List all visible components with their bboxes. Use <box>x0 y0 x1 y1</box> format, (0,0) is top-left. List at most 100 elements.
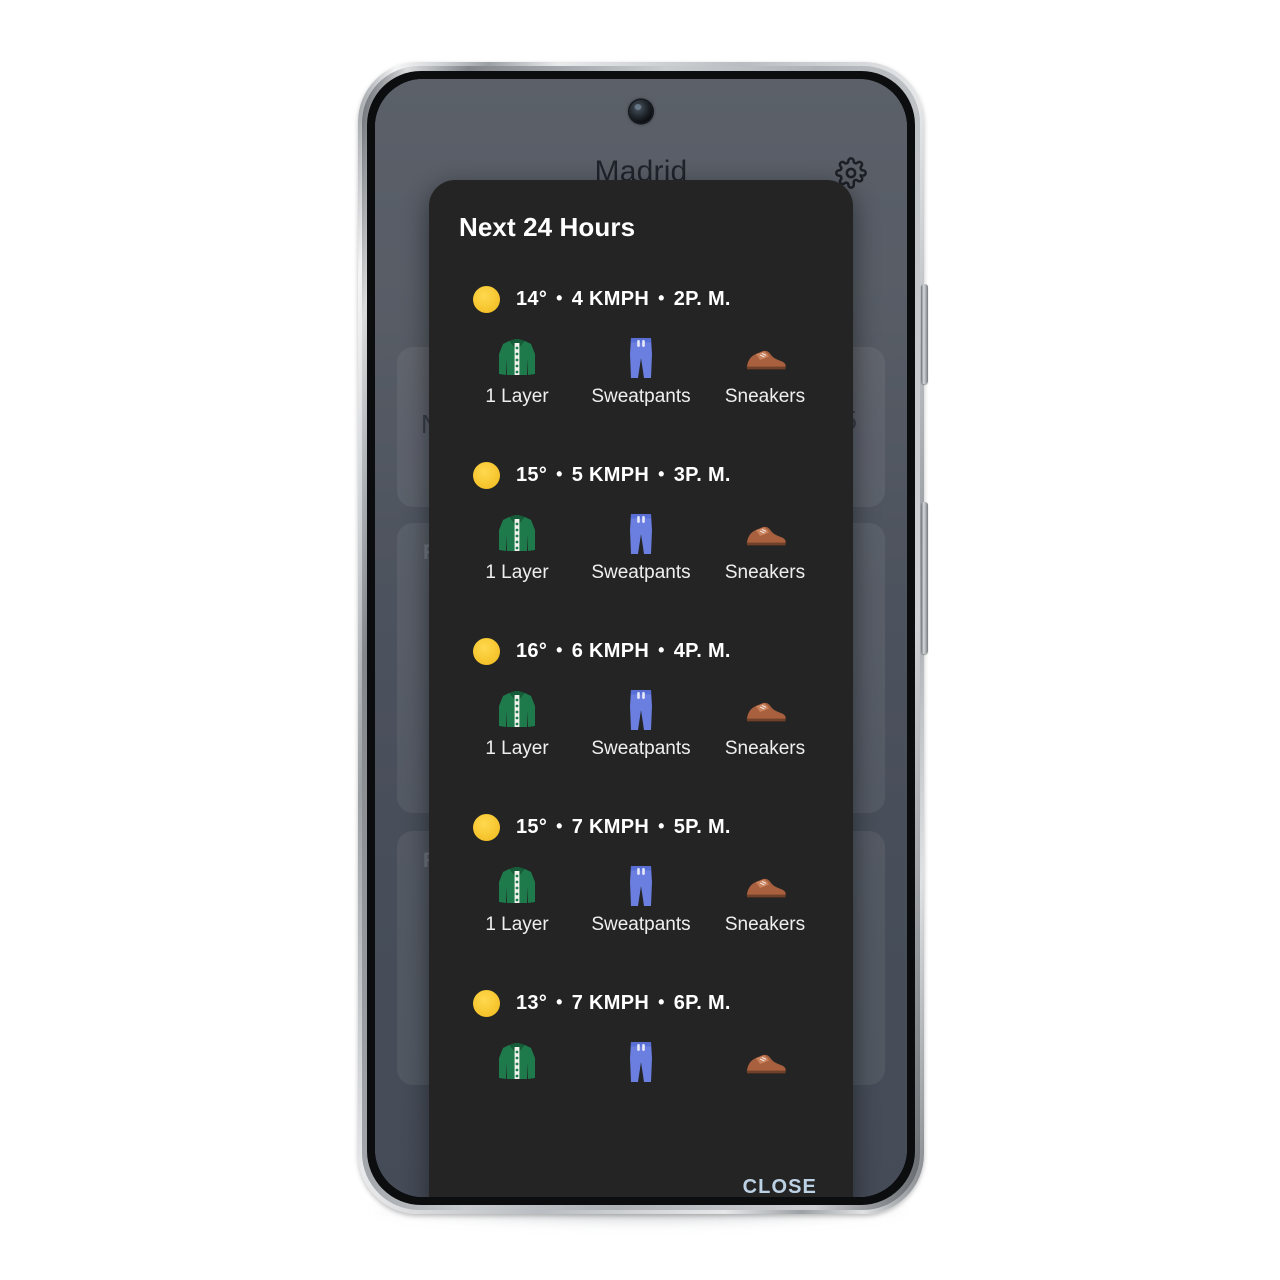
outfit-item <box>455 1038 579 1090</box>
sun-icon <box>473 285 500 313</box>
hour-temperature: 13° <box>516 991 548 1014</box>
outfit-item: Sweatpants <box>579 334 703 408</box>
shoe-emoji <box>703 1038 827 1086</box>
outfit-item: Sweatpants <box>579 686 703 760</box>
hourly-forecast-list[interactable]: 14° • 4 KMPH • 2P. M. 1 Layer Sweatpants Sneake… <box>429 276 853 1197</box>
hour-wind: 7 KMPH <box>571 815 650 838</box>
hour-block: 15° • 7 KMPH • 5P. M. 1 Layer Sweatpants Sneake… <box>429 804 853 980</box>
outfit-item <box>579 1038 703 1090</box>
outfit-item-label: Sneakers <box>724 738 806 759</box>
hour-block: 14° • 4 KMPH • 2P. M. 1 Layer Sweatpants Sneake… <box>429 276 853 452</box>
dialog-title: Next 24 Hours <box>459 212 636 242</box>
separator-dot: • <box>556 287 563 308</box>
outfit-item: Sneakers <box>703 862 827 936</box>
volume-button[interactable] <box>921 284 928 384</box>
hour-temperature: 15° <box>516 463 548 486</box>
hour-wind: 6 KMPH <box>571 639 650 662</box>
hour-time: 5P. M. <box>673 815 731 838</box>
coat-emoji <box>455 686 579 734</box>
hour-summary-text: 15° • 7 KMPH • 5P. M. <box>516 816 731 839</box>
shoe-emoji <box>703 510 827 558</box>
hour-summary-text: 14° • 4 KMPH • 2P. M. <box>516 288 731 311</box>
hour-summary-row: 15° • 5 KMPH • 3P. M. <box>429 452 853 498</box>
separator-dot: • <box>658 463 665 484</box>
outfit-item-label: Sweatpants <box>591 562 691 583</box>
jeans-emoji <box>579 1038 703 1086</box>
separator-dot: • <box>658 815 665 836</box>
hour-temperature: 14° <box>516 287 548 310</box>
shoe-emoji <box>703 862 827 910</box>
outfit-item-label: 1 Layer <box>485 914 549 935</box>
outfit-item: 1 Layer <box>455 334 579 408</box>
separator-dot: • <box>658 639 665 660</box>
hour-time: 2P. M. <box>673 287 731 310</box>
hour-time: 6P. M. <box>673 991 731 1014</box>
close-button[interactable]: CLOSE <box>743 1176 817 1197</box>
hour-block: 13° • 7 KMPH • 6P. M. <box>429 980 853 1156</box>
hour-temperature: 15° <box>516 815 548 838</box>
hour-summary-text: 16° • 6 KMPH • 4P. M. <box>516 640 731 663</box>
outfit-item: Sneakers <box>703 510 827 584</box>
phone-screen: Madrid 13° Clear Now 5 Recommended Outfi… <box>375 79 907 1197</box>
hour-summary-text: 15° • 5 KMPH • 3P. M. <box>516 464 731 487</box>
outfit-item-label: 1 Layer <box>485 386 549 407</box>
separator-dot: • <box>556 639 563 660</box>
outfit-item-label: Sweatpants <box>591 738 691 759</box>
outfit-item: 1 Layer <box>455 862 579 936</box>
hour-wind: 4 KMPH <box>571 287 650 310</box>
outfit-item-label: 1 Layer <box>485 562 549 583</box>
hour-wind: 5 KMPH <box>571 463 650 486</box>
jeans-emoji <box>579 510 703 558</box>
separator-dot: • <box>556 815 563 836</box>
sun-icon <box>473 989 500 1017</box>
jeans-emoji <box>579 334 703 382</box>
hour-summary-row: 13° • 7 KMPH • 6P. M. <box>429 980 853 1026</box>
hour-summary-row: 14° • 4 KMPH • 2P. M. <box>429 276 853 322</box>
screenshot-stage: Madrid 13° Clear Now 5 Recommended Outfi… <box>0 0 1280 1280</box>
next-24-hours-dialog: Next 24 Hours 14° • 4 KMPH • 2P. M. 1 Layer Sw… <box>429 180 853 1197</box>
jeans-emoji <box>579 686 703 734</box>
outfit-item: 1 Layer <box>455 510 579 584</box>
outfit-item-label: 1 Layer <box>485 738 549 759</box>
sun-icon <box>473 813 500 841</box>
power-button[interactable] <box>921 502 928 654</box>
outfit-item: Sneakers <box>703 334 827 408</box>
shoe-emoji <box>703 334 827 382</box>
outfit-item <box>703 1038 827 1090</box>
outfit-item-label: Sneakers <box>724 914 806 935</box>
coat-emoji <box>455 334 579 382</box>
hour-summary-text: 13° • 7 KMPH • 6P. M. <box>516 992 731 1015</box>
sun-icon <box>473 637 500 665</box>
outfit-item: Sneakers <box>703 686 827 760</box>
jeans-emoji <box>579 862 703 910</box>
coat-emoji <box>455 862 579 910</box>
separator-dot: • <box>556 991 563 1012</box>
hour-block: 16° • 6 KMPH • 4P. M. 1 Layer Sweatpants Sneake… <box>429 628 853 804</box>
sun-icon <box>473 461 500 489</box>
outfit-item-label: Sweatpants <box>591 386 691 407</box>
hour-summary-row: 15° • 7 KMPH • 5P. M. <box>429 804 853 850</box>
outfit-item: Sweatpants <box>579 510 703 584</box>
hour-temperature: 16° <box>516 639 548 662</box>
outfit-item-label: Sneakers <box>724 386 806 407</box>
outfit-item-row: 1 Layer Sweatpants Sneakers <box>429 862 853 936</box>
separator-dot: • <box>658 991 665 1012</box>
hour-wind: 7 KMPH <box>571 991 650 1014</box>
hour-time: 3P. M. <box>673 463 731 486</box>
separator-dot: • <box>658 287 665 308</box>
outfit-item-row: 1 Layer Sweatpants Sneakers <box>429 334 853 408</box>
outfit-item-label: Sneakers <box>724 562 806 583</box>
outfit-item-row <box>429 1038 853 1090</box>
coat-emoji <box>455 510 579 558</box>
shoe-emoji <box>703 686 827 734</box>
outfit-item-row: 1 Layer Sweatpants Sneakers <box>429 510 853 584</box>
outfit-item: Sweatpants <box>579 862 703 936</box>
outfit-item-row: 1 Layer Sweatpants Sneakers <box>429 686 853 760</box>
outfit-item-label: Sweatpants <box>591 914 691 935</box>
hour-summary-row: 16° • 6 KMPH • 4P. M. <box>429 628 853 674</box>
outfit-item: 1 Layer <box>455 686 579 760</box>
coat-emoji <box>455 1038 579 1086</box>
hour-block: 15° • 5 KMPH • 3P. M. 1 Layer Sweatpants Sneake… <box>429 452 853 628</box>
separator-dot: • <box>556 463 563 484</box>
front-camera <box>629 100 653 123</box>
